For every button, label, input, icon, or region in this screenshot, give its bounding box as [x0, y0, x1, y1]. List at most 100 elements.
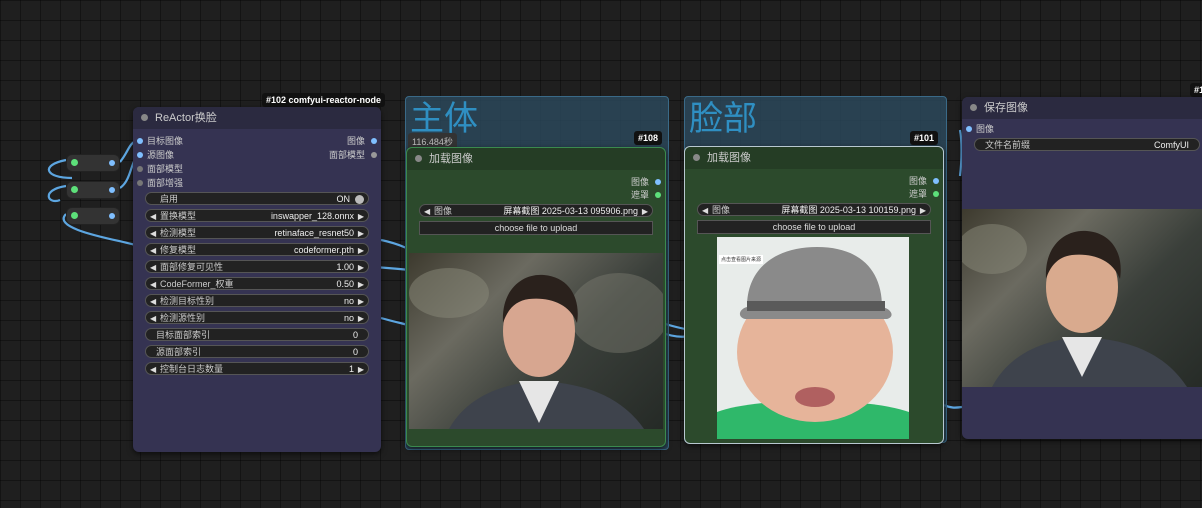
input-slot-dot[interactable] [137, 166, 143, 172]
input-slot-dot[interactable] [137, 138, 143, 144]
reactor-node[interactable]: ReActor换脸 目标图像 源图像 面部模型 面部增强 图像 面部模型 启用 … [133, 107, 381, 452]
portrait-image [409, 268, 663, 429]
upload-button[interactable]: choose file to upload [697, 220, 931, 234]
save-image-node[interactable]: 保存图像 图像 文件名前缀 ComfyUI [962, 97, 1202, 439]
arrow-left-icon[interactable]: ◀ [150, 210, 156, 223]
reroute-node-1[interactable] [66, 154, 120, 172]
reroute-node-3[interactable] [66, 207, 120, 225]
collapse-dot-icon[interactable] [970, 104, 977, 111]
arrow-left-icon[interactable]: ◀ [150, 363, 156, 376]
image-file-select[interactable]: ◀ 图像 屏幕截图 2025-03-13 100159.png ▶ [697, 203, 931, 216]
arrow-right-icon[interactable]: ▶ [358, 295, 364, 308]
input-face-boost: 面部增强 [147, 178, 184, 188]
widget-value: 屏幕截图 2025-03-13 100159.png [781, 205, 916, 215]
widget-value: 1 [348, 364, 354, 374]
detect-model-select[interactable]: ◀ 检测模型 retinaface_resnet50 ▶ [145, 226, 369, 239]
input-slot-dot[interactable] [137, 152, 143, 158]
image-file-select[interactable]: ◀ 图像 屏幕截图 2025-03-13 095906.png ▶ [419, 204, 653, 217]
arrow-right-icon[interactable]: ▶ [358, 363, 364, 376]
output-image: 图像 [630, 177, 649, 187]
upload-button[interactable]: choose file to upload [419, 221, 653, 235]
load-image-title-bar[interactable]: 加载图像 [685, 147, 943, 169]
widget-label: 置换模型 [160, 211, 197, 221]
source-face-index-field[interactable]: 源面部索引 0 [145, 345, 369, 358]
widget-value: retinaface_resnet50 [274, 228, 354, 238]
restore-visibility-stepper[interactable]: ◀ 面部修复可见性 1.00 ▶ [145, 260, 369, 273]
codeformer-weight-stepper[interactable]: ◀ CodeFormer_权重 0.50 ▶ [145, 277, 369, 290]
arrow-left-icon[interactable]: ◀ [150, 278, 156, 291]
restore-model-select[interactable]: ◀ 修复模型 codeformer.pth ▶ [145, 243, 369, 256]
arrow-left-icon[interactable]: ◀ [150, 261, 156, 274]
input-slot-dot[interactable] [137, 180, 143, 186]
reroute-input-dot[interactable] [71, 186, 78, 193]
reactor-node-title: ReActor换脸 [155, 112, 217, 124]
image-preview: 点击查看图片来源 [717, 237, 909, 439]
arrow-left-icon[interactable]: ◀ [150, 295, 156, 308]
detect-target-gender-select[interactable]: ◀ 检测目标性别 no ▶ [145, 294, 369, 307]
arrow-right-icon[interactable]: ▶ [358, 210, 364, 223]
arrow-left-icon[interactable]: ◀ [150, 312, 156, 325]
reroute-output-dot[interactable] [109, 160, 115, 166]
target-face-index-field[interactable]: 目标面部索引 0 [145, 328, 369, 341]
group-face-title[interactable]: 脸部 [689, 99, 757, 139]
reroute-node-2[interactable] [66, 181, 120, 199]
arrow-right-icon[interactable]: ▶ [920, 204, 926, 217]
output-image: 图像 [908, 176, 927, 186]
widget-label: 图像 [712, 205, 731, 215]
node-id-badge: #102 comfyui-reactor-node [262, 93, 386, 107]
widget-value: 0 [352, 347, 358, 357]
output-slot-dot[interactable] [371, 152, 377, 158]
widget-label: 检测模型 [160, 228, 197, 238]
collapse-dot-icon[interactable] [415, 155, 422, 162]
enable-value: ON [336, 194, 351, 204]
collapse-dot-icon[interactable] [141, 114, 148, 121]
load-image-node-face[interactable]: 加载图像 图像 遮罩 ◀ 图像 屏幕截图 2025-03-13 100159.p… [684, 146, 944, 444]
load-image-node-main[interactable]: 加载图像 图像 遮罩 ◀ 图像 屏幕截图 2025-03-13 095906.p… [406, 147, 666, 447]
console-log-level-stepper[interactable]: ◀ 控制台日志数量 1 ▶ [145, 362, 369, 375]
input-slot-dot[interactable] [966, 126, 972, 132]
widget-label: 检测目标性别 [160, 296, 215, 306]
reroute-output-dot[interactable] [109, 213, 115, 219]
load-image-title: 加载图像 [707, 152, 751, 164]
arrow-right-icon[interactable]: ▶ [358, 278, 364, 291]
enable-toggle[interactable]: 启用 ON [145, 192, 369, 205]
arrow-left-icon[interactable]: ◀ [702, 204, 708, 217]
reroute-input-dot[interactable] [71, 212, 78, 219]
filename-prefix-field[interactable]: 文件名前缀 ComfyUI [974, 138, 1200, 151]
widget-label: CodeFormer_权重 [160, 279, 234, 289]
widget-value: no [343, 296, 354, 306]
arrow-right-icon[interactable]: ▶ [358, 312, 364, 325]
arrow-left-icon[interactable]: ◀ [424, 205, 430, 218]
output-slot-dot[interactable] [371, 138, 377, 144]
detect-source-gender-select[interactable]: ◀ 检测源性别 no ▶ [145, 311, 369, 324]
reroute-output-dot[interactable] [109, 187, 115, 193]
arrow-right-icon[interactable]: ▶ [642, 205, 648, 218]
widget-label: 修复模型 [160, 245, 197, 255]
toggle-knob-icon [355, 195, 364, 204]
node-id-badge: #1 [1190, 83, 1202, 97]
reactor-node-title-bar[interactable]: ReActor换脸 [133, 107, 381, 129]
arrow-right-icon[interactable]: ▶ [358, 261, 364, 274]
arrow-right-icon[interactable]: ▶ [358, 244, 364, 257]
arrow-right-icon[interactable]: ▶ [358, 227, 364, 240]
arrow-left-icon[interactable]: ◀ [150, 227, 156, 240]
output-slot-dot[interactable] [655, 192, 661, 198]
swap-model-select[interactable]: ◀ 置换模型 inswapper_128.onnx ▶ [145, 209, 369, 222]
save-image-title-bar[interactable]: 保存图像 [962, 97, 1202, 119]
widget-label: 目标面部索引 [156, 330, 211, 340]
result-portrait-image [962, 224, 1187, 387]
load-image-title-bar[interactable]: 加载图像 [407, 148, 665, 170]
output-slot-dot[interactable] [655, 179, 661, 185]
widget-value: 0 [352, 330, 358, 340]
collapse-dot-icon[interactable] [693, 154, 700, 161]
output-mask: 遮罩 [908, 189, 927, 199]
input-image: 图像 [976, 124, 995, 134]
image-caption: 点击查看图片来源 [719, 255, 764, 264]
output-slot-dot[interactable] [933, 178, 939, 184]
widget-value: 0.50 [336, 279, 354, 289]
widget-label: 面部修复可见性 [160, 262, 224, 272]
arrow-left-icon[interactable]: ◀ [150, 244, 156, 257]
reroute-input-dot[interactable] [71, 159, 78, 166]
output-slot-dot[interactable] [933, 191, 939, 197]
widget-value: 屏幕截图 2025-03-13 095906.png [503, 206, 638, 216]
